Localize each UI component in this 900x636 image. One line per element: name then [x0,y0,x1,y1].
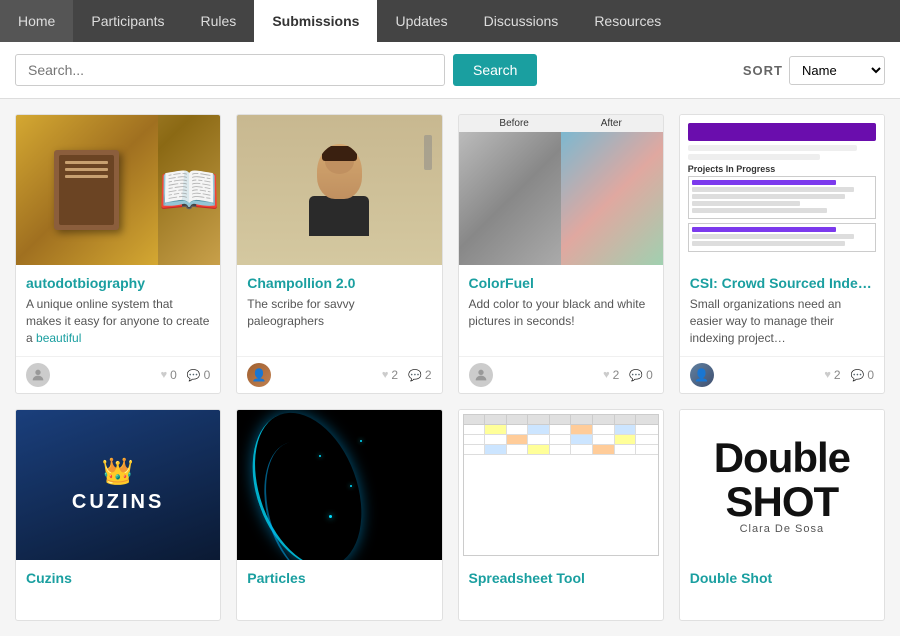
card-csi[interactable]: Projects In Progress CSI: Crowd Sourced … [679,114,885,394]
card-image-colorfuel: BeforeAfter [459,115,663,265]
card-cuzins[interactable]: 👑 CUZINS Cuzins [15,409,221,621]
card-title: Particles [247,570,431,586]
card-champollion[interactable]: Champollion 2.0 The scribe for savvy pal… [236,114,442,394]
avatar: 👤 [690,363,714,387]
card-title: Cuzins [26,570,210,586]
card-doubleshot[interactable]: Double SHOT Clara De Sosa Double Shot [679,409,885,621]
card-stats: ♥0 💬0 [161,368,211,382]
avatar: 👤 [247,363,271,387]
card-particles[interactable]: Particles [236,409,442,621]
sort-select[interactable]: Name Date Popularity [789,56,885,85]
card-title: Champollion 2.0 [247,275,431,291]
avatar [26,363,50,387]
card-stats: ♥2 💬0 [824,368,874,382]
card-title: Double Shot [690,570,874,586]
card-title: CSI: Crowd Sourced Indexin… [690,275,874,291]
sort-label: SORT [743,63,783,78]
card-image-doubleshot: Double SHOT Clara De Sosa [680,410,884,560]
card-image-autodot [16,115,220,265]
card-desc: The scribe for savvy paleographers [247,296,431,346]
nav-submissions[interactable]: Submissions [254,0,377,42]
card-desc: Small organizations need an easier way t… [690,296,874,346]
card-image-csi: Projects In Progress [680,115,884,265]
search-input[interactable] [15,54,445,86]
card-title: Spreadsheet Tool [469,570,653,586]
nav-participants[interactable]: Participants [73,0,182,42]
card-desc: A unique online system that makes it eas… [26,296,210,346]
card-desc: Add color to your black and white pictur… [469,296,653,346]
card-colorfuel[interactable]: BeforeAfter ColorFuel Add color to your … [458,114,664,394]
submissions-grid-row2: 👑 CUZINS Cuzins [0,409,900,636]
navigation: Home Participants Rules Submissions Upda… [0,0,900,42]
nav-updates[interactable]: Updates [377,0,465,42]
card-image-champollion [237,115,441,265]
submissions-grid: autodotbiography A unique online system … [0,99,900,409]
card-image-spreadsheet [459,410,663,560]
nav-home[interactable]: Home [0,0,73,42]
card-stats: ♥2 💬0 [603,368,653,382]
search-button[interactable]: Search [453,54,537,86]
avatar [469,363,493,387]
card-image-particles [237,410,441,560]
card-image-cuzins: 👑 CUZINS [16,410,220,560]
nav-discussions[interactable]: Discussions [466,0,577,42]
nav-rules[interactable]: Rules [183,0,255,42]
search-bar: Search SORT Name Date Popularity [0,42,900,99]
card-title: ColorFuel [469,275,653,291]
card-stats: ♥2 💬2 [382,368,432,382]
card-title: autodotbiography [26,275,210,291]
card-spreadsheet[interactable]: Spreadsheet Tool [458,409,664,621]
nav-resources[interactable]: Resources [576,0,679,42]
card-autodotbiography[interactable]: autodotbiography A unique online system … [15,114,221,394]
